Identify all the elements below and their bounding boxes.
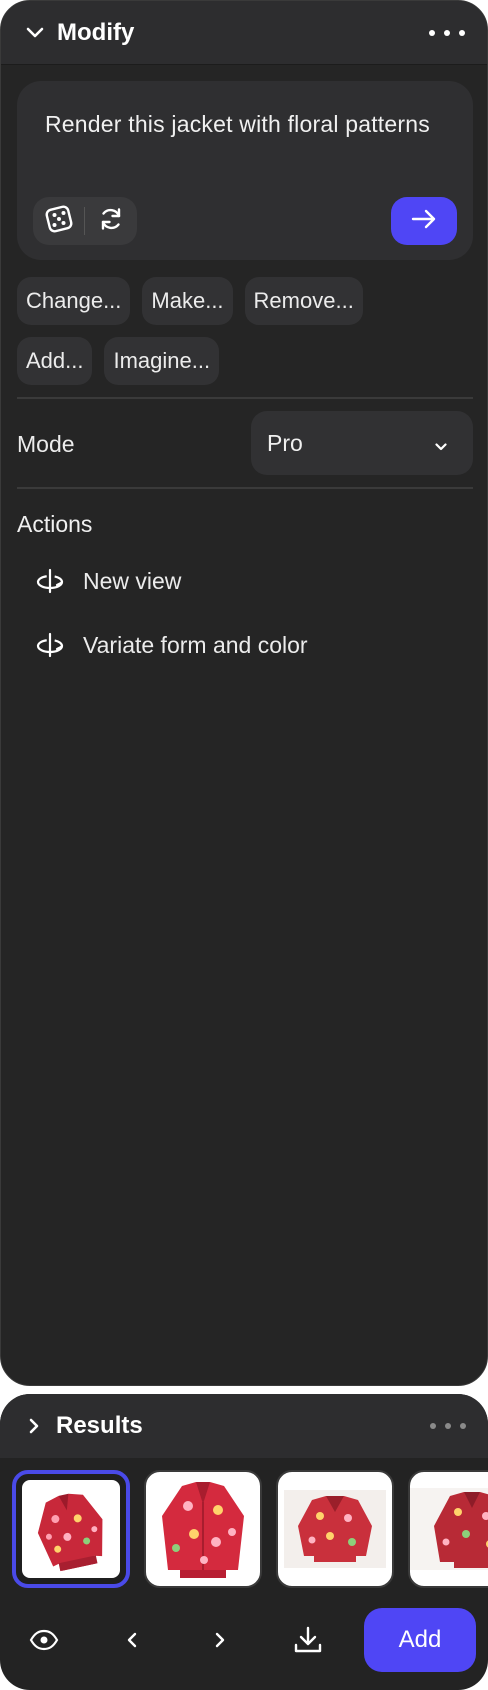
arrow-right-icon (411, 209, 437, 234)
download-button[interactable] (284, 1618, 332, 1666)
action-label: New view (83, 567, 182, 594)
modify-panel: Modify Render this jacket with floral pa… (0, 0, 488, 1386)
chevron-down-icon (435, 430, 447, 457)
chevron-right-icon[interactable] (24, 1416, 44, 1436)
refresh-button[interactable] (85, 197, 136, 245)
preview-button[interactable] (20, 1618, 68, 1666)
result-thumbnail[interactable] (144, 1470, 262, 1588)
prompt-card: Render this jacket with floral patterns (17, 81, 473, 260)
jacket-image (410, 1488, 488, 1570)
chip-row-1: Change... Make... Remove... (17, 277, 473, 325)
mode-value: Pro (267, 429, 303, 456)
action-variate[interactable]: Variate form and color (33, 625, 308, 665)
chevron-right-icon (214, 1631, 226, 1654)
action-new-view[interactable]: New view (33, 561, 181, 601)
chip-imagine[interactable]: Imagine... (104, 337, 220, 385)
add-button[interactable]: Add (364, 1608, 476, 1672)
jacket-image (284, 1490, 386, 1568)
suggestion-chips: Change... Make... Remove... Add... Imagi… (17, 277, 473, 397)
dice-icon (43, 203, 75, 240)
chip-remove[interactable]: Remove... (244, 277, 363, 325)
prompt-tools (33, 197, 137, 245)
result-thumbnail[interactable] (276, 1470, 394, 1588)
jacket-image (37, 1493, 103, 1572)
result-thumbnail[interactable] (12, 1470, 130, 1588)
more-dots-icon (430, 1423, 436, 1429)
results-thumbnails (12, 1470, 488, 1588)
results-toolbar: Add (0, 1608, 488, 1678)
divider (17, 397, 473, 399)
results-header[interactable]: Results (0, 1394, 488, 1458)
download-icon (293, 1625, 323, 1660)
rotate-view-icon (33, 628, 67, 662)
random-dice-button[interactable] (33, 197, 84, 245)
prompt-input[interactable]: Render this jacket with floral patterns (45, 109, 445, 139)
results-panel: Results Add (0, 1394, 488, 1690)
more-dots-icon (429, 30, 435, 36)
results-title: Results (56, 1412, 143, 1439)
action-label: Variate form and color (83, 631, 308, 658)
refresh-icon (97, 205, 125, 238)
jacket-image (162, 1482, 244, 1578)
chip-add[interactable]: Add... (17, 337, 93, 385)
modify-title: Modify (57, 18, 135, 46)
results-more-button[interactable] (430, 1416, 466, 1436)
mode-select[interactable]: Pro (251, 411, 473, 475)
eye-icon (29, 1629, 59, 1656)
chip-make[interactable]: Make... (142, 277, 233, 325)
next-button[interactable] (196, 1618, 244, 1666)
previous-button[interactable] (108, 1618, 156, 1666)
actions-title: Actions (17, 511, 93, 537)
chevron-left-icon (126, 1631, 138, 1654)
modify-header[interactable]: Modify (1, 1, 487, 65)
chevron-down-icon[interactable] (25, 23, 45, 43)
mode-label: Mode (17, 431, 75, 457)
chip-row-2: Add... Imagine... (17, 337, 473, 385)
divider (17, 487, 473, 489)
more-options-button[interactable] (429, 23, 465, 43)
chip-change[interactable]: Change... (17, 277, 131, 325)
result-thumbnail[interactable] (408, 1470, 488, 1588)
send-button[interactable] (391, 197, 457, 245)
rotate-view-icon (33, 564, 67, 598)
